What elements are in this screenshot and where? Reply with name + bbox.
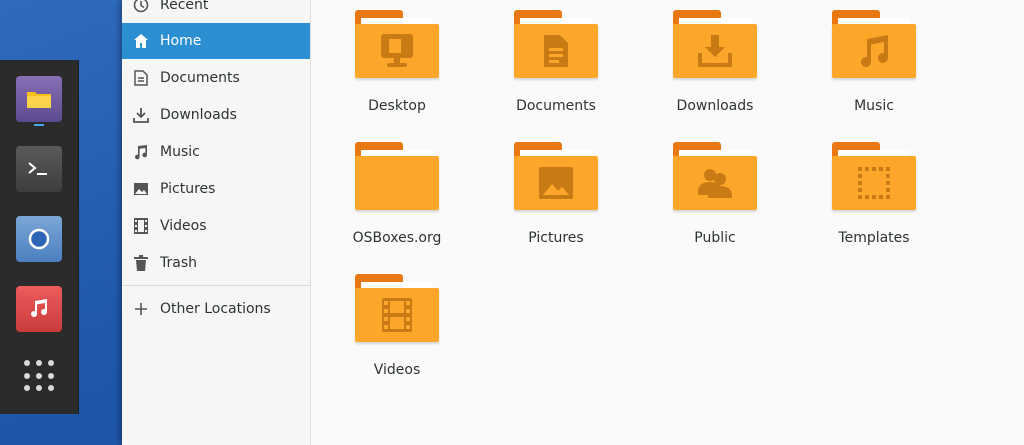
sidebar-item-other-locations[interactable]: Other Locations <box>122 291 310 327</box>
sidebar-item-label: Music <box>160 144 200 160</box>
folder-tile-pictures[interactable]: Pictures <box>496 134 616 254</box>
document-icon <box>544 35 568 67</box>
folder-icon <box>673 10 757 78</box>
folder-label: Videos <box>373 362 421 378</box>
users-icon <box>698 169 732 198</box>
folder-label: Templates <box>838 230 910 246</box>
film-icon <box>122 218 160 234</box>
folder-icon <box>355 274 439 342</box>
sidebar-item-label: Other Locations <box>160 301 271 317</box>
sidebar-item-documents[interactable]: Documents <box>122 60 310 96</box>
sidebar-item-label: Downloads <box>160 107 237 123</box>
folder-icon <box>514 10 598 78</box>
folder-icon <box>673 142 757 210</box>
clock-icon <box>122 0 160 13</box>
sidebar-item-label: Videos <box>160 218 207 234</box>
folder-label: Documents <box>516 98 596 114</box>
music-app-icon[interactable] <box>16 286 62 332</box>
running-indicator <box>34 124 44 126</box>
plus-icon <box>122 303 160 315</box>
folder-icon <box>355 142 439 210</box>
sidebar-item-pictures[interactable]: Pictures <box>122 171 310 207</box>
browser-app-icon[interactable] <box>16 216 62 262</box>
sidebar: Recent Home Documents Downloads Music Pi… <box>122 0 311 445</box>
folder-tile-downloads[interactable]: Downloads <box>655 2 775 122</box>
folder-tile-templates[interactable]: Templates <box>814 134 934 254</box>
folder-label: Music <box>854 98 894 114</box>
dock <box>0 60 79 414</box>
folder-icon <box>832 142 916 210</box>
document-icon <box>122 70 160 86</box>
folder-tile-desktop[interactable]: Desktop <box>337 2 457 122</box>
desktop-icon <box>381 34 413 67</box>
sidebar-divider <box>122 285 310 286</box>
sidebar-item-home[interactable]: Home <box>122 23 310 59</box>
film-icon <box>382 298 412 332</box>
folder-label: Downloads <box>676 98 754 114</box>
sidebar-item-music[interactable]: Music <box>122 134 310 170</box>
folder-tile-public[interactable]: Public <box>655 134 775 254</box>
folder-label: Pictures <box>528 230 584 246</box>
download-icon <box>122 107 160 123</box>
download-icon <box>698 35 732 67</box>
sidebar-item-downloads[interactable]: Downloads <box>122 97 310 133</box>
folder-icon <box>832 10 916 78</box>
folder-icon <box>355 10 439 78</box>
sidebar-item-videos[interactable]: Videos <box>122 208 310 244</box>
sidebar-item-label: Documents <box>160 70 240 86</box>
folder-icon <box>514 142 598 210</box>
sidebar-item-label: Recent <box>160 0 209 13</box>
folder-label: OSBoxes.org <box>352 230 442 246</box>
folder-tile-documents[interactable]: Documents <box>496 2 616 122</box>
image-icon <box>539 167 573 199</box>
terminal-app-icon[interactable] <box>16 146 62 192</box>
folder-label: Desktop <box>368 98 426 114</box>
template-icon <box>858 167 890 199</box>
folder-label: Public <box>694 230 736 246</box>
folder-tile-osboxes[interactable]: OSBoxes.org <box>337 134 457 254</box>
image-icon <box>122 182 160 196</box>
music-note-icon <box>122 144 160 160</box>
sidebar-item-label: Home <box>160 33 202 49</box>
files-app-icon[interactable] <box>16 76 62 122</box>
sidebar-item-label: Trash <box>160 255 197 271</box>
home-icon <box>122 33 160 49</box>
folder-tile-music[interactable]: Music <box>814 2 934 122</box>
folder-grid: Desktop Documents Downloads Music OSBoxe… <box>311 0 1024 445</box>
folder-tile-videos[interactable]: Videos <box>337 266 457 386</box>
app-grid-icon[interactable] <box>24 360 56 392</box>
sidebar-item-trash[interactable]: Trash <box>122 245 310 281</box>
sidebar-item-label: Pictures <box>160 181 216 197</box>
file-manager-window: Recent Home Documents Downloads Music Pi… <box>122 0 1024 445</box>
sidebar-item-recent[interactable]: Recent <box>122 0 310 23</box>
music-note-icon <box>861 35 888 67</box>
trash-icon <box>122 255 160 271</box>
